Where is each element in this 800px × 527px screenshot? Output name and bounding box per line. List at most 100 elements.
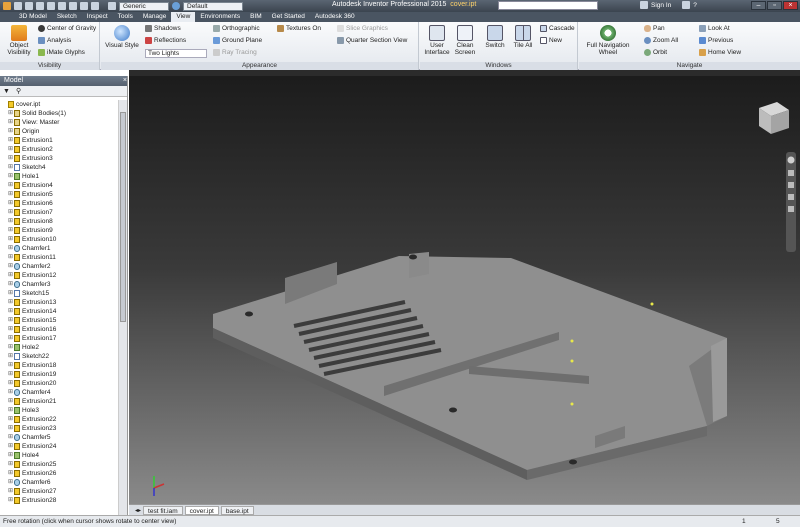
restore-button[interactable]: ▫ <box>767 1 782 10</box>
tree-item[interactable]: ⊞ Hole1 <box>0 172 118 181</box>
tree-item[interactable]: ⊞ Extrusion4 <box>0 181 118 190</box>
tree-item[interactable]: ⊞ Hole4 <box>0 451 118 460</box>
ray-tracing-button[interactable]: Ray Tracing <box>213 49 257 56</box>
tree-item[interactable]: ⊞ Chamfer2 <box>0 262 118 271</box>
clean-screen-button[interactable]: Clean Screen <box>452 25 478 56</box>
tab-sketch[interactable]: Sketch <box>52 12 82 22</box>
tree-item[interactable]: ⊞ Sketch22 <box>0 352 118 361</box>
shadows-button[interactable]: Shadows <box>145 25 181 32</box>
pan-button[interactable]: Pan <box>644 25 665 32</box>
quarter-section-button[interactable]: Quarter Section View <box>337 37 407 44</box>
tree-item[interactable]: ⊞ Extrusion23 <box>0 424 118 433</box>
tree-item[interactable]: ⊞ Extrusion28 <box>0 496 118 505</box>
document-tab[interactable]: test fit.iam <box>143 505 183 515</box>
visual-style-button[interactable]: Visual Style <box>104 25 140 49</box>
user-interface-button[interactable]: User Interface <box>423 25 451 56</box>
document-tab[interactable]: cover.ipt <box>184 505 219 515</box>
graphics-viewport[interactable] <box>129 76 800 504</box>
tree-item[interactable]: ⊞ Chamfer4 <box>0 388 118 397</box>
cascade-button[interactable]: Cascade <box>540 25 575 32</box>
select-icon[interactable] <box>80 2 88 10</box>
tab-environments[interactable]: Environments <box>195 12 245 22</box>
tree-item[interactable]: ⊞ Origin <box>0 127 118 136</box>
tab-tools[interactable]: Tools <box>113 12 138 22</box>
textures-button[interactable]: Textures On <box>277 25 321 32</box>
model-browser-header[interactable]: Model × <box>0 76 127 86</box>
help-icon[interactable]: ? <box>693 2 697 9</box>
minimize-button[interactable]: – <box>751 1 766 10</box>
redo-icon[interactable] <box>58 2 66 10</box>
home-icon[interactable] <box>69 2 77 10</box>
tree-item[interactable]: ⊞ Chamfer1 <box>0 244 118 253</box>
home-view-button[interactable]: Home View <box>699 49 741 56</box>
sign-in-label[interactable]: Sign In <box>651 2 671 9</box>
material-icon[interactable] <box>108 2 116 10</box>
tree-item[interactable]: ⊞ Extrusion3 <box>0 154 118 163</box>
part-model[interactable] <box>129 76 800 504</box>
search-input[interactable] <box>498 1 598 10</box>
undo-icon[interactable] <box>47 2 55 10</box>
tree-item[interactable]: ⊞ Extrusion10 <box>0 235 118 244</box>
tree-item[interactable]: ⊞ Extrusion27 <box>0 487 118 496</box>
tree-item[interactable]: ⊞ Sketch4 <box>0 163 118 172</box>
material-dropdown[interactable]: Generic <box>119 1 169 11</box>
imate-glyphs-button[interactable]: iMate Glyphs <box>38 49 85 56</box>
tree-item[interactable]: ⊞ Extrusion5 <box>0 190 118 199</box>
tree-item[interactable]: ⊞ Extrusion21 <box>0 397 118 406</box>
previous-view-button[interactable]: Previous <box>699 37 733 44</box>
tab-get-started[interactable]: Get Started <box>267 12 310 22</box>
filter-icon[interactable]: ▼ <box>3 88 10 95</box>
close-button[interactable]: × <box>783 1 798 10</box>
sign-in-area[interactable]: Sign In? <box>640 1 697 9</box>
tree-item[interactable]: cover.ipt <box>0 100 118 109</box>
object-visibility-button[interactable]: Object Visibility <box>3 25 35 56</box>
tree-item[interactable]: ⊞ Extrusion1 <box>0 136 118 145</box>
tree-item[interactable]: ⊞ Extrusion2 <box>0 145 118 154</box>
tree-item[interactable]: ⊞ Chamfer6 <box>0 478 118 487</box>
cart-icon[interactable] <box>682 1 691 9</box>
look-at-button[interactable]: Look At <box>699 25 730 32</box>
tree-item[interactable]: ⊞ Extrusion11 <box>0 253 118 262</box>
tree-item[interactable]: ⊞ Extrusion20 <box>0 379 118 388</box>
ground-plane-button[interactable]: Ground Plane <box>213 37 262 44</box>
tree-item[interactable]: ⊞ Extrusion18 <box>0 361 118 370</box>
tab-autodesk-360[interactable]: Autodesk 360 <box>310 12 360 22</box>
appearance-icon[interactable] <box>172 2 180 10</box>
new-icon[interactable] <box>14 2 22 10</box>
switch-button[interactable]: Switch <box>482 25 508 49</box>
view-cube[interactable] <box>759 102 789 134</box>
tree-item[interactable]: ⊞ Hole3 <box>0 406 118 415</box>
open-icon[interactable] <box>25 2 33 10</box>
close-browser-icon[interactable]: × <box>123 76 127 86</box>
tree-item[interactable]: ⊞ Extrusion17 <box>0 334 118 343</box>
update-icon[interactable] <box>91 2 99 10</box>
tree-item[interactable]: ⊞ Extrusion26 <box>0 469 118 478</box>
tree-item[interactable]: ⊞ Extrusion15 <box>0 316 118 325</box>
tree-item[interactable]: ⊞ Extrusion12 <box>0 271 118 280</box>
tree-item[interactable]: ⊞ Extrusion14 <box>0 307 118 316</box>
full-navigation-wheel-button[interactable]: Full Navigation Wheel <box>583 25 633 56</box>
tab-inspect[interactable]: Inspect <box>82 12 113 22</box>
tree-item[interactable]: ⊞ Hole2 <box>0 343 118 352</box>
tab-3d-model[interactable]: 3D Model <box>14 12 52 22</box>
tree-item[interactable]: ⊞ Extrusion8 <box>0 217 118 226</box>
tree-item[interactable]: ⊞ Chamfer5 <box>0 433 118 442</box>
tree-item[interactable]: ⊞ Extrusion6 <box>0 199 118 208</box>
tab-bim[interactable]: BIM <box>245 12 267 22</box>
tree-item[interactable]: ⊞ Extrusion9 <box>0 226 118 235</box>
zoom-all-button[interactable]: Zoom All <box>644 37 678 44</box>
document-tab[interactable]: base.ipt <box>220 505 254 515</box>
tree-item[interactable]: ⊞ Extrusion24 <box>0 442 118 451</box>
scrollbar-thumb[interactable] <box>120 112 126 322</box>
navigation-bar[interactable] <box>786 152 796 252</box>
tab-manage[interactable]: Manage <box>138 12 172 22</box>
center-of-gravity-button[interactable]: Center of Gravity <box>38 25 96 32</box>
tree-item[interactable]: ⊞ Chamfer3 <box>0 280 118 289</box>
tab-scroll-icon[interactable]: ◂▸ <box>135 507 141 514</box>
lighting-dropdown[interactable]: Two Lights <box>145 49 207 58</box>
orbit-button[interactable]: Orbit <box>644 49 667 56</box>
app-menu-icon[interactable] <box>3 2 11 10</box>
tree-item[interactable]: ⊞ Extrusion25 <box>0 460 118 469</box>
appearance-dropdown[interactable]: Default <box>183 1 243 11</box>
tree-item[interactable]: ⊞ View: Master <box>0 118 118 127</box>
